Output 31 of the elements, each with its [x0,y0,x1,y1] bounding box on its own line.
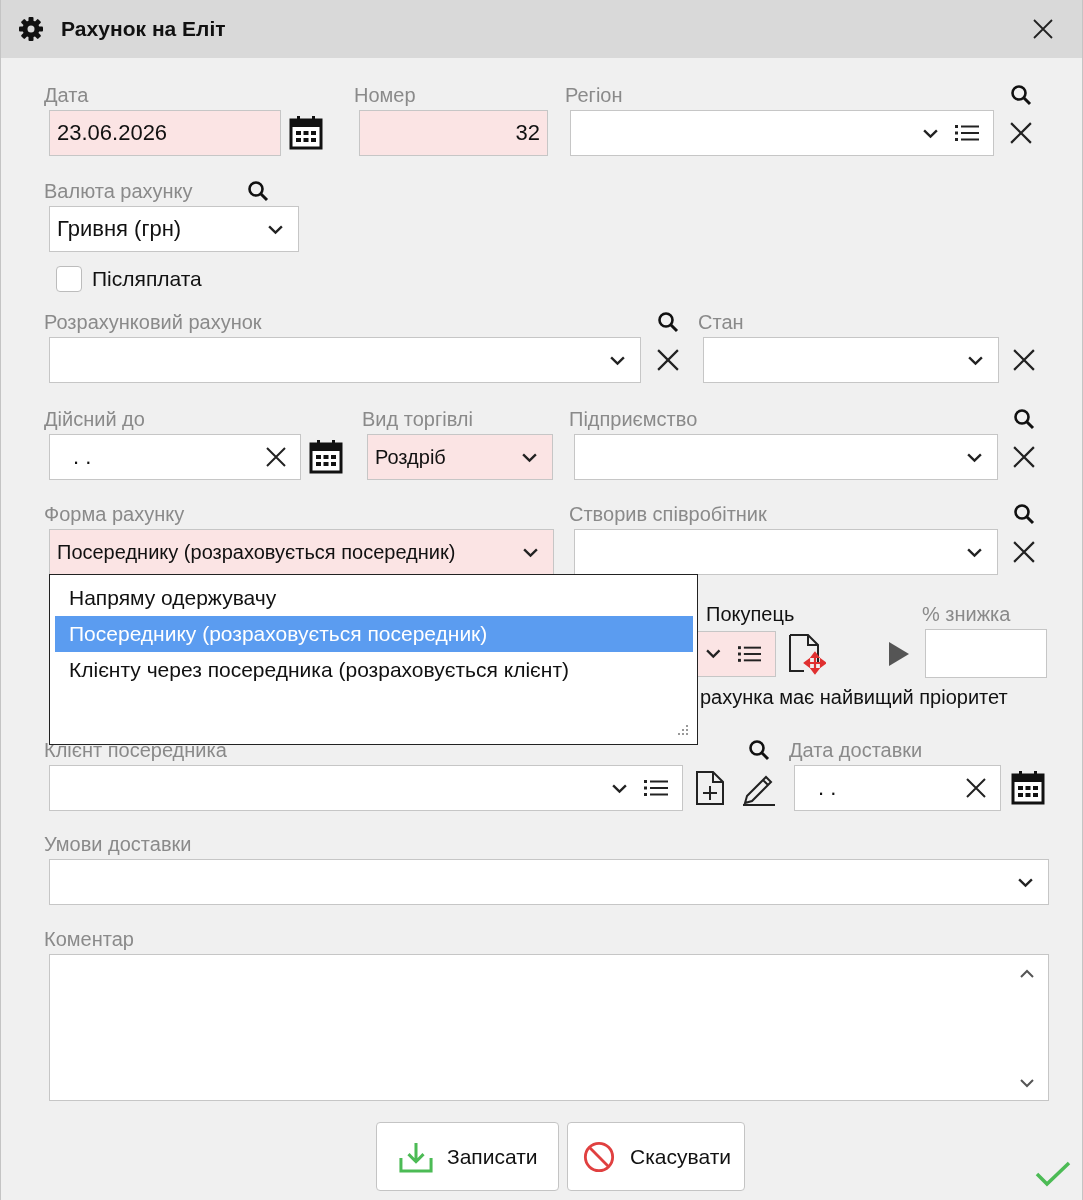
field-label: Розрахунковий рахунок [44,310,263,335]
checkbox-label[interactable]: рахунка має найвищий пріоритет [700,685,1008,709]
number-field[interactable]: 32 [359,110,548,156]
field-label: Стан [698,310,745,335]
date-field[interactable]: . . [49,434,301,480]
field-label: Клієнт посередника [44,738,227,763]
field-label: Дата доставки [789,738,924,763]
field-label: Підприємство [569,407,699,432]
invoice-form-dropdown[interactable]: Посереднику (розраховується посередник) [49,529,554,575]
field-label: Валюта рахунку [44,179,193,204]
field-label: % знижка [922,602,1012,627]
window-title: Рахунок на Еліт [61,17,226,41]
currency-dropdown[interactable]: Гривня (грн) [49,206,299,252]
field-label: Дата [44,83,90,108]
trade-type-dropdown[interactable]: Роздріб [367,434,553,480]
date-field[interactable]: 23.06.2026 [49,110,281,156]
field-label: Форма рахунку [44,502,186,527]
field-label: Дійсний до [44,407,146,432]
field-label: Умови доставки [44,832,193,857]
date-field[interactable]: . . [794,765,1001,811]
field-label: Номер [354,83,417,108]
dropdown-option[interactable]: Клієнту через посередника (розраховується клієнт) [55,652,693,688]
field-label: Вид торгівлі [362,407,474,432]
field-label: Регіон [565,83,624,108]
dropdown-option[interactable]: Напряму одержувачу [55,580,693,616]
cancel-button[interactable]: Скасувати [567,1122,745,1191]
field-label: Покупець [705,602,796,627]
checkbox-label[interactable]: Післяплата [92,267,202,291]
save-button[interactable]: Записати [376,1122,559,1191]
field-label: Створив співробітник [569,502,768,527]
field-label: Коментар [44,927,135,952]
